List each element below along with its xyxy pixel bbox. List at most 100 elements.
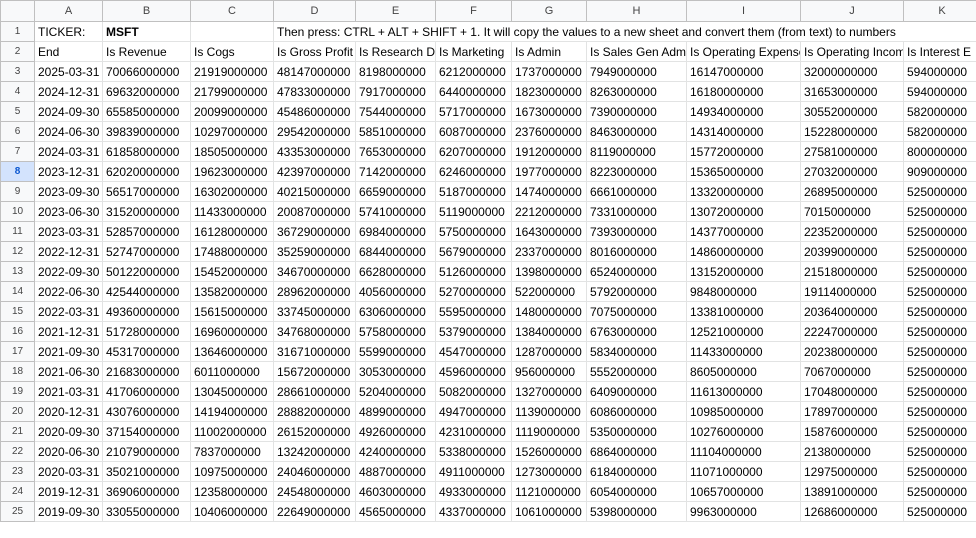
- value-cell[interactable]: 22247000000: [800, 321, 904, 342]
- value-cell[interactable]: 28661000000: [273, 381, 356, 402]
- value-cell[interactable]: 21079000000: [102, 441, 191, 462]
- value-cell[interactable]: 34768000000: [273, 321, 356, 342]
- value-cell[interactable]: 6212000000: [435, 61, 512, 82]
- value-cell[interactable]: 5119000000: [435, 201, 512, 222]
- row-header[interactable]: 22: [0, 441, 35, 462]
- value-cell[interactable]: 525000000: [903, 321, 976, 342]
- date-cell[interactable]: 2019-09-30: [34, 501, 103, 522]
- field-header-cell[interactable]: Is Research De: [355, 41, 436, 62]
- field-header-cell[interactable]: Is Admin: [511, 41, 587, 62]
- date-cell[interactable]: 2019-12-31: [34, 481, 103, 502]
- field-header-cell[interactable]: Is Gross Profit: [273, 41, 356, 62]
- value-cell[interactable]: 35259000000: [273, 241, 356, 262]
- value-cell[interactable]: 525000000: [903, 241, 976, 262]
- date-cell[interactable]: 2023-06-30: [34, 201, 103, 222]
- row-header[interactable]: 12: [0, 241, 35, 262]
- value-cell[interactable]: 5126000000: [435, 261, 512, 282]
- value-cell[interactable]: 10985000000: [686, 401, 801, 422]
- row-header[interactable]: 14: [0, 281, 35, 302]
- value-cell[interactable]: 61858000000: [102, 141, 191, 162]
- value-cell[interactable]: 5792000000: [586, 281, 687, 302]
- value-cell[interactable]: 1480000000: [511, 301, 587, 322]
- value-cell[interactable]: 5679000000: [435, 241, 512, 262]
- value-cell[interactable]: 6628000000: [355, 261, 436, 282]
- row-header[interactable]: 24: [0, 481, 35, 502]
- date-cell[interactable]: 2021-09-30: [34, 341, 103, 362]
- value-cell[interactable]: 5379000000: [435, 321, 512, 342]
- select-all-corner[interactable]: [0, 0, 35, 22]
- date-cell[interactable]: 2022-09-30: [34, 261, 103, 282]
- value-cell[interactable]: 47833000000: [273, 81, 356, 102]
- value-cell[interactable]: 525000000: [903, 481, 976, 502]
- value-cell[interactable]: 525000000: [903, 441, 976, 462]
- value-cell[interactable]: 582000000: [903, 101, 976, 122]
- value-cell[interactable]: 525000000: [903, 361, 976, 382]
- value-cell[interactable]: 13072000000: [686, 201, 801, 222]
- value-cell[interactable]: 35021000000: [102, 461, 191, 482]
- value-cell[interactable]: 1061000000: [511, 501, 587, 522]
- value-cell[interactable]: 6011000000: [190, 361, 274, 382]
- value-cell[interactable]: 65585000000: [102, 101, 191, 122]
- date-cell[interactable]: 2024-06-30: [34, 121, 103, 142]
- value-cell[interactable]: 29542000000: [273, 121, 356, 142]
- value-cell[interactable]: 4887000000: [355, 461, 436, 482]
- value-cell[interactable]: 15772000000: [686, 141, 801, 162]
- row-header[interactable]: 10: [0, 201, 35, 222]
- value-cell[interactable]: 7653000000: [355, 141, 436, 162]
- value-cell[interactable]: 525000000: [903, 501, 976, 522]
- value-cell[interactable]: 4240000000: [355, 441, 436, 462]
- value-cell[interactable]: 7949000000: [586, 61, 687, 82]
- value-cell[interactable]: 49360000000: [102, 301, 191, 322]
- value-cell[interactable]: 5834000000: [586, 341, 687, 362]
- value-cell[interactable]: 2337000000: [511, 241, 587, 262]
- value-cell[interactable]: 7393000000: [586, 221, 687, 242]
- value-cell[interactable]: 525000000: [903, 261, 976, 282]
- value-cell[interactable]: 20099000000: [190, 101, 274, 122]
- value-cell[interactable]: 12686000000: [800, 501, 904, 522]
- value-cell[interactable]: 21919000000: [190, 61, 274, 82]
- value-cell[interactable]: 19114000000: [800, 281, 904, 302]
- value-cell[interactable]: 31653000000: [800, 81, 904, 102]
- value-cell[interactable]: 1912000000: [511, 141, 587, 162]
- column-header-c[interactable]: C: [190, 0, 274, 22]
- value-cell[interactable]: 7015000000: [800, 201, 904, 222]
- row-header[interactable]: 19: [0, 381, 35, 402]
- value-cell[interactable]: 21799000000: [190, 81, 274, 102]
- value-cell[interactable]: 14314000000: [686, 121, 801, 142]
- value-cell[interactable]: 1384000000: [511, 321, 587, 342]
- value-cell[interactable]: 11433000000: [686, 341, 801, 362]
- value-cell[interactable]: 11002000000: [190, 421, 274, 442]
- value-cell[interactable]: 594000000: [903, 81, 976, 102]
- value-cell[interactable]: 31520000000: [102, 201, 191, 222]
- value-cell[interactable]: 27581000000: [800, 141, 904, 162]
- value-cell[interactable]: 4911000000: [435, 461, 512, 482]
- value-cell[interactable]: 522000000: [511, 281, 587, 302]
- value-cell[interactable]: 4056000000: [355, 281, 436, 302]
- value-cell[interactable]: 32000000000: [800, 61, 904, 82]
- value-cell[interactable]: 7544000000: [355, 101, 436, 122]
- value-cell[interactable]: 4547000000: [435, 341, 512, 362]
- value-cell[interactable]: 5599000000: [355, 341, 436, 362]
- value-cell[interactable]: 1474000000: [511, 181, 587, 202]
- value-cell[interactable]: 1327000000: [511, 381, 587, 402]
- value-cell[interactable]: 6087000000: [435, 121, 512, 142]
- value-cell[interactable]: 27032000000: [800, 161, 904, 182]
- value-cell[interactable]: 2212000000: [511, 201, 587, 222]
- column-header-k[interactable]: K: [903, 0, 976, 22]
- instruction-cell[interactable]: Then press: CTRL + ALT + SHIFT + 1. It w…: [273, 21, 976, 42]
- date-cell[interactable]: 2024-09-30: [34, 101, 103, 122]
- value-cell[interactable]: 21518000000: [800, 261, 904, 282]
- value-cell[interactable]: 16960000000: [190, 321, 274, 342]
- value-cell[interactable]: 18505000000: [190, 141, 274, 162]
- value-cell[interactable]: 1398000000: [511, 261, 587, 282]
- row-header[interactable]: 8: [0, 161, 35, 182]
- value-cell[interactable]: 19623000000: [190, 161, 274, 182]
- row-header[interactable]: 6: [0, 121, 35, 142]
- column-header-e[interactable]: E: [355, 0, 436, 22]
- value-cell[interactable]: 10657000000: [686, 481, 801, 502]
- row-header[interactable]: 16: [0, 321, 35, 342]
- value-cell[interactable]: 6524000000: [586, 261, 687, 282]
- value-cell[interactable]: 43353000000: [273, 141, 356, 162]
- value-cell[interactable]: 8119000000: [586, 141, 687, 162]
- value-cell[interactable]: 28962000000: [273, 281, 356, 302]
